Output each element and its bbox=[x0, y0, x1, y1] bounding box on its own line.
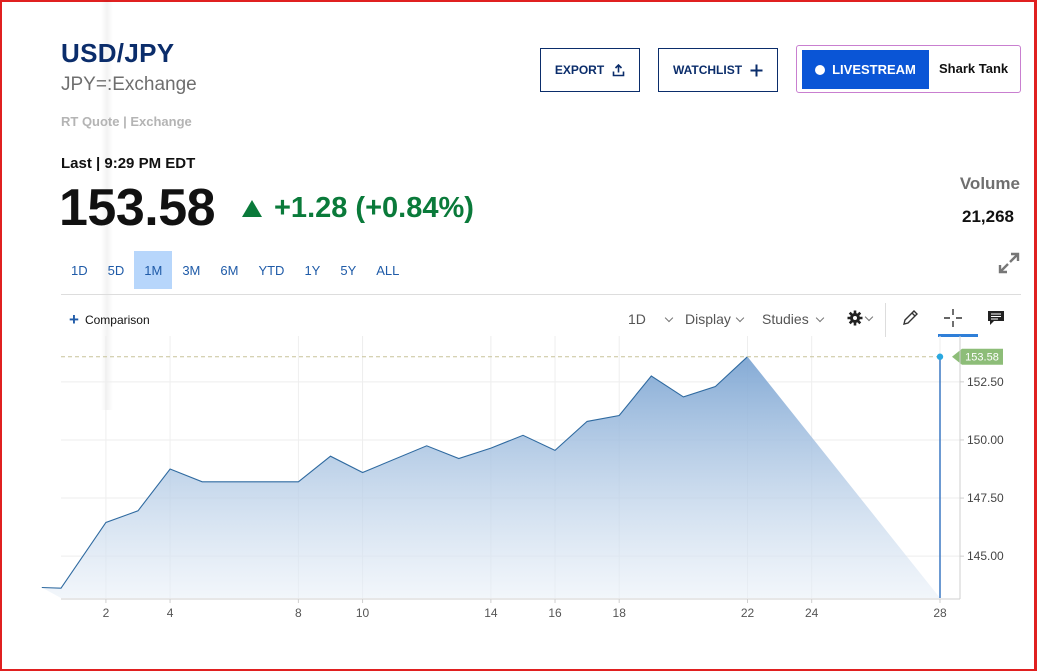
x-tick-label: 2 bbox=[103, 606, 110, 620]
y-tick-label: 147.50 bbox=[967, 491, 1004, 505]
x-tick-label: 24 bbox=[805, 606, 819, 620]
last-point-marker bbox=[936, 353, 944, 360]
x-tick-label: 18 bbox=[613, 606, 627, 620]
y-tick-label: 152.50 bbox=[967, 375, 1004, 389]
x-tick-label: 14 bbox=[484, 606, 498, 620]
last-value-label: 153.58 bbox=[965, 352, 999, 364]
y-tick-label: 150.00 bbox=[967, 433, 1004, 447]
x-tick-label: 4 bbox=[167, 606, 174, 620]
x-tick-label: 10 bbox=[356, 606, 370, 620]
x-tick-label: 28 bbox=[933, 606, 947, 620]
price-chart[interactable]: 153.582 4 8 10 14 16 18 22 24 28145.00147.50150.0… bbox=[0, 0, 1037, 671]
x-tick-label: 8 bbox=[295, 606, 302, 620]
x-tick-label: 22 bbox=[741, 606, 755, 620]
x-tick-label: 16 bbox=[548, 606, 562, 620]
y-tick-label: 145.00 bbox=[967, 549, 1004, 563]
